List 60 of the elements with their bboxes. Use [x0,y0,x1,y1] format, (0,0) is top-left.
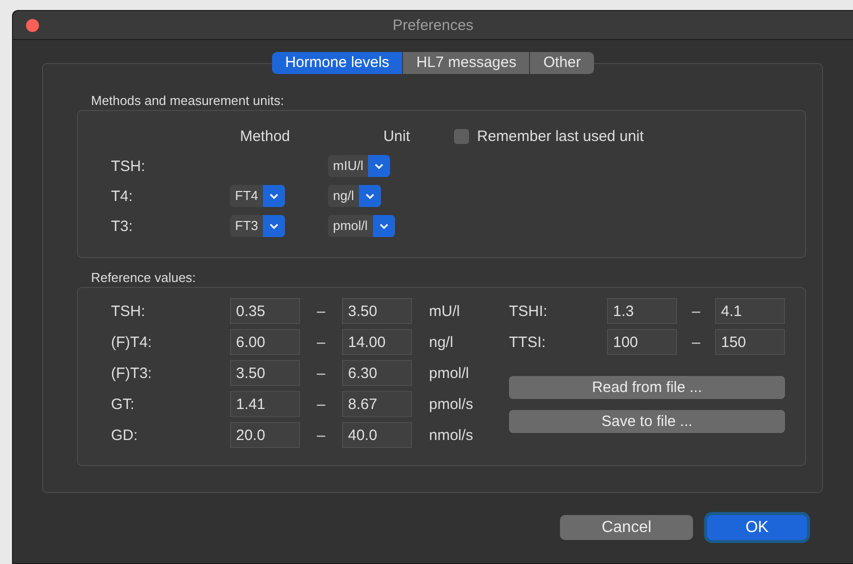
file-button[interactable]: Read from file ... [509,376,785,398]
input-field[interactable]: 100 [607,329,677,355]
unit-label: ng/l [429,334,454,350]
range-dash: – [692,302,700,320]
input-field[interactable]: 3.50 [230,360,300,386]
input-field[interactable]: 6.30 [342,360,412,386]
row-label: T4: [111,188,134,204]
range-dash: – [692,334,700,350]
range-dash: – [316,364,326,382]
range-dash: – [316,334,326,350]
row-label: T3: [111,218,134,234]
group-label: Reference values: [91,270,196,285]
dropdown[interactable]: ng/l [328,185,381,207]
row-label: GD: [111,426,139,444]
input-field[interactable]: 40.0 [342,422,412,448]
input-field[interactable]: 8.67 [342,391,412,417]
unit-label: mU/l [429,302,461,320]
input-field[interactable]: 3.50 [342,298,412,324]
remember-checkbox[interactable]: Remember last used unit [454,128,805,144]
cancel-button[interactable]: Cancel [560,515,693,540]
chevron-down-icon [378,222,389,230]
row-label: TSH: [111,158,146,174]
file-button[interactable]: Save to file ... [509,410,785,432]
input-field[interactable]: 0.35 [230,298,300,324]
chevron-down-icon [374,162,384,170]
tab[interactable]: Hormone levels [272,52,402,74]
range-dash: – [316,426,326,444]
ok-button[interactable]: OK [707,515,807,540]
row-label: (F)T3: [111,364,153,382]
unit-label: pmol/l [429,364,470,382]
input-field[interactable]: 20.0 [230,422,300,448]
input-field[interactable]: 1.41 [230,391,300,417]
column-header: Method [240,128,290,144]
dropdown[interactable]: pmol/l [328,215,395,237]
input-field[interactable]: 6.00 [230,329,300,355]
tab[interactable]: HL7 messages [402,52,530,74]
dropdown[interactable]: FT4 [230,185,286,207]
column-header: Unit [383,128,410,144]
input-field[interactable]: 150 [715,329,785,355]
chevron-down-icon [364,192,375,200]
row-label: GT: [111,396,136,412]
row-label: TSHI: [509,302,548,320]
tab[interactable]: Other [529,52,594,74]
close-button[interactable] [26,18,39,32]
chevron-down-icon [269,222,280,230]
unit-label: nmol/s [429,426,474,444]
dropdown[interactable]: FT3 [230,215,286,237]
input-field[interactable]: 14.00 [342,329,412,355]
chevron-down-icon [269,192,280,200]
input-field[interactable]: 4.1 [715,298,785,324]
group-label: Methods and measurement units: [91,93,284,108]
row-label: TTSI: [509,334,547,350]
row-label: TSH: [111,302,146,320]
range-dash: – [316,396,326,412]
window-title: Preferences [392,16,474,34]
row-label: (F)T4: [111,334,153,350]
dropdown[interactable]: mIU/l [328,155,390,177]
unit-label: pmol/s [429,396,474,412]
range-dash: – [316,302,326,320]
input-field[interactable]: 1.3 [607,298,677,324]
